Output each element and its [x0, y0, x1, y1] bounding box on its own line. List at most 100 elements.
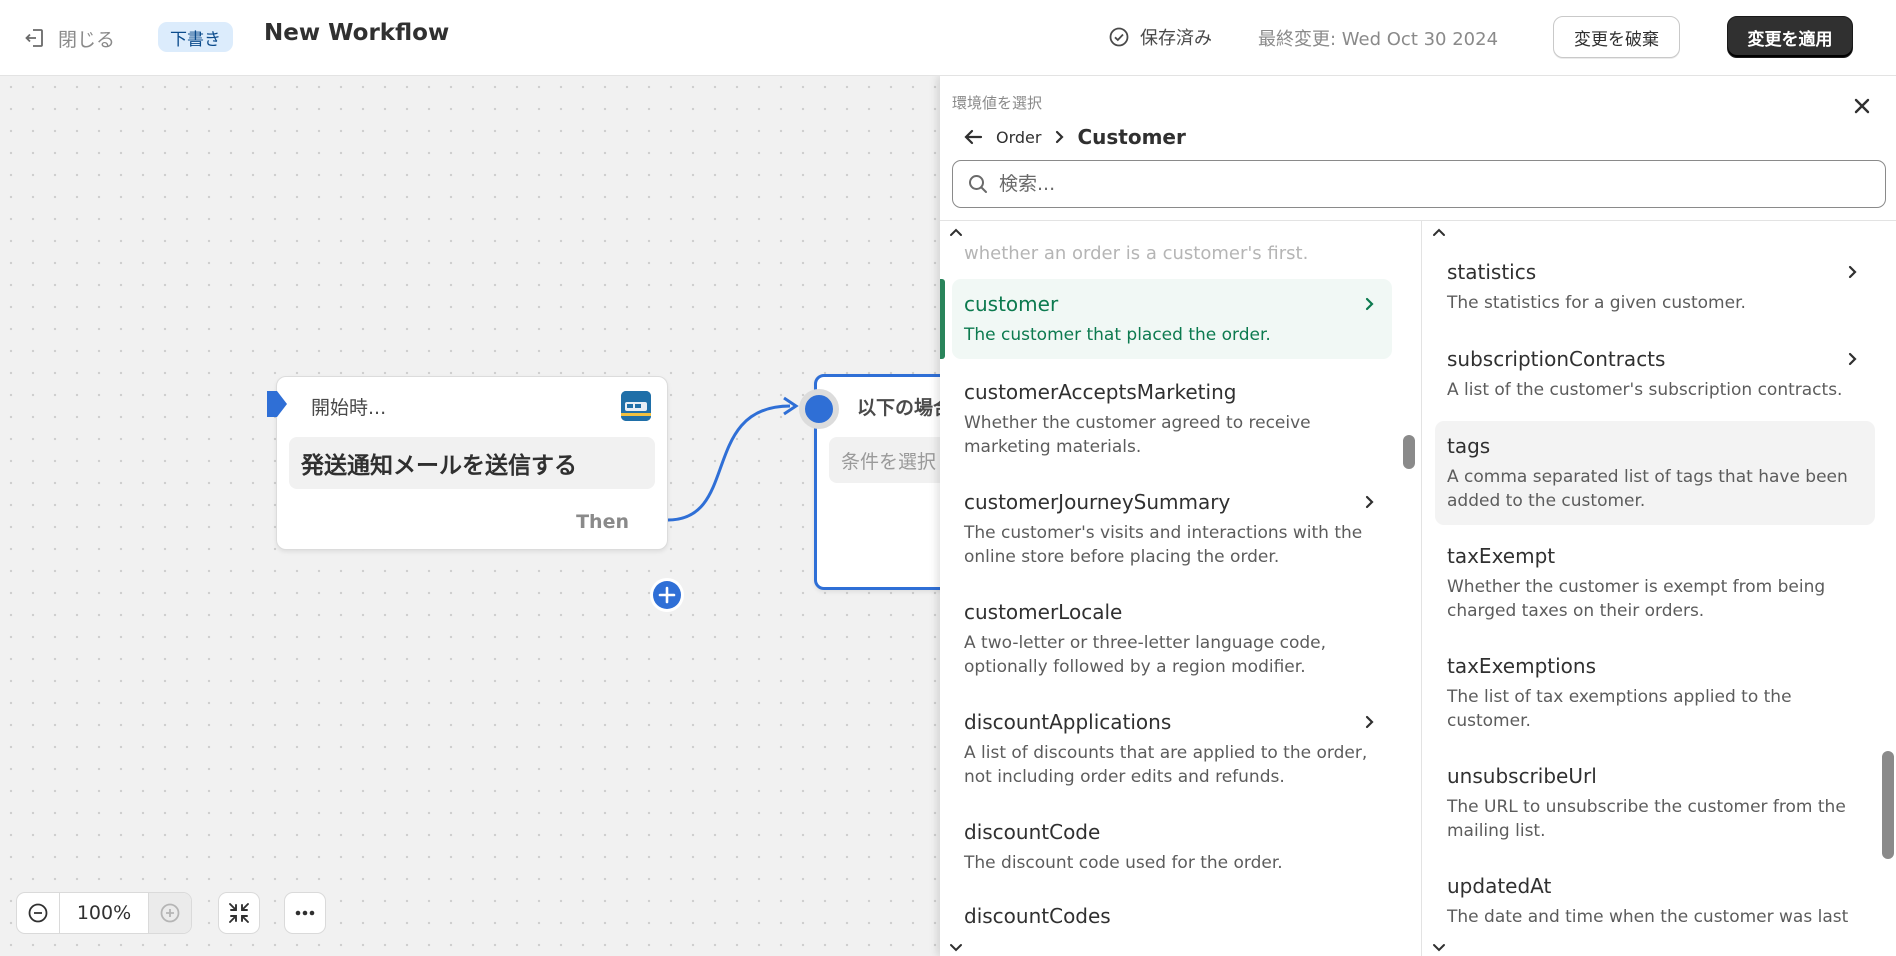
search-icon: [969, 175, 987, 193]
chevron-right-icon: [1056, 130, 1065, 144]
field-columns: whether an order is a customer's first. …: [940, 220, 1896, 956]
field-description: A comma separated list of tags that have…: [1447, 467, 1848, 511]
field-name: discountCode: [964, 820, 1101, 844]
discard-changes-button[interactable]: 変更を破棄: [1553, 16, 1680, 58]
search-input[interactable]: [999, 173, 1859, 195]
field-item-discount-codes[interactable]: discountCodes: [952, 891, 1392, 941]
more-options-button[interactable]: [284, 892, 326, 934]
field-item-customer[interactable]: customer The customer that placed the or…: [952, 279, 1392, 359]
field-item-customer-accepts-marketing[interactable]: customerAcceptsMarketing Whether the cus…: [952, 367, 1392, 471]
field-name: customerLocale: [964, 600, 1123, 624]
breadcrumb-current: Customer: [1077, 125, 1186, 149]
right-scrollbar[interactable]: [1882, 751, 1894, 859]
saved-label: 保存済み: [1140, 28, 1212, 49]
add-step-button[interactable]: [650, 578, 684, 612]
zoom-in-button[interactable]: [149, 893, 191, 933]
field-item-discount-code[interactable]: discountCode The discount code used for …: [952, 807, 1392, 887]
field-name: discountApplications: [964, 710, 1172, 734]
field-item-customer-journey-summary[interactable]: customerJourneySummary The customer's vi…: [952, 477, 1392, 581]
condition-node-connector: [799, 389, 839, 429]
field-description: The discount code used for the order.: [964, 853, 1283, 873]
field-name: taxExempt: [1447, 544, 1556, 568]
search-box: [952, 160, 1886, 208]
scroll-down-button[interactable]: [1429, 937, 1449, 956]
zoom-control: 100%: [16, 892, 192, 934]
chevron-right-icon: [1365, 297, 1374, 311]
field-item-updated-at[interactable]: updatedAt The date and time when the cus…: [1435, 861, 1875, 941]
field-description: The customer's visits and interactions w…: [964, 523, 1363, 567]
field-description: Whether the customer agreed to receive m…: [964, 413, 1311, 457]
right-column[interactable]: statistics The statistics for a given cu…: [1423, 221, 1896, 956]
chevron-up-icon: [950, 228, 962, 236]
faded-description: whether an order is a customer's first.: [964, 243, 1309, 264]
field-description: A two-letter or three-letter language co…: [964, 633, 1327, 677]
scroll-up-button[interactable]: [1429, 223, 1449, 243]
left-scrollbar[interactable]: [1403, 435, 1415, 469]
app-icon: [621, 391, 651, 421]
trigger-node-body: 発送通知メールを送信する: [289, 437, 655, 489]
field-description: A list of the customer's subscription co…: [1447, 380, 1843, 400]
apply-changes-button[interactable]: 変更を適用: [1727, 16, 1853, 58]
field-description: The date and time when the customer was …: [1447, 907, 1849, 927]
scroll-up-button[interactable]: [946, 223, 966, 243]
field-item-customer-locale[interactable]: customerLocale A two-letter or three-let…: [952, 587, 1392, 691]
then-label: Then: [576, 511, 629, 533]
condition-node[interactable]: 以下の場合 条件を選択: [799, 374, 940, 590]
field-name: customerJourneySummary: [964, 490, 1231, 514]
breadcrumb: Order Customer: [960, 122, 1186, 152]
field-item-unsubscribe-url[interactable]: unsubscribeUrl The URL to unsubscribe th…: [1435, 751, 1875, 855]
back-button[interactable]: [960, 124, 986, 150]
panel-label: 環境値を選択: [952, 94, 1043, 112]
chevron-down-icon: [1433, 944, 1445, 952]
chevron-up-icon: [1433, 228, 1445, 236]
field-item-tax-exempt[interactable]: taxExempt Whether the customer is exempt…: [1435, 531, 1875, 635]
field-description: The customer that placed the order.: [964, 325, 1271, 345]
field-description: A list of discounts that are applied to …: [964, 743, 1368, 787]
active-indicator: [940, 279, 945, 359]
page-title: New Workflow: [264, 20, 450, 46]
breadcrumb-order[interactable]: Order: [996, 128, 1041, 147]
last-modified-text: 最終変更: Wed Oct 30 2024: [1258, 29, 1499, 50]
saved-status: 保存済み: [1108, 22, 1212, 52]
field-item-discount-applications[interactable]: discountApplications A list of discounts…: [952, 697, 1392, 801]
fit-view-button[interactable]: [218, 892, 260, 934]
condition-node-header: 以下の場合: [857, 397, 940, 419]
field-item-statistics[interactable]: statistics The statistics for a given cu…: [1435, 247, 1875, 327]
left-column[interactable]: whether an order is a customer's first. …: [940, 221, 1422, 956]
field-name: discountCodes: [964, 904, 1111, 928]
arrow-left-icon: [964, 129, 983, 145]
field-name: unsubscribeUrl: [1447, 764, 1597, 788]
condition-select[interactable]: 条件を選択: [829, 437, 940, 483]
field-item-tax-exemptions[interactable]: taxExemptions The list of tax exemptions…: [1435, 641, 1875, 745]
plus-circle-icon: [160, 903, 180, 923]
close-label: 閉じる: [58, 28, 116, 51]
field-item-subscription-contracts[interactable]: subscriptionContracts A list of the cust…: [1435, 334, 1875, 414]
trigger-node[interactable]: 開始時... 発送通知メールを送信する Then: [267, 376, 668, 550]
field-description: The URL to unsubscribe the customer from…: [1447, 797, 1846, 841]
chevron-down-icon: [950, 944, 962, 952]
close-button[interactable]: 閉じる: [24, 22, 115, 54]
chevron-right-icon: [1848, 352, 1857, 366]
close-icon: [1854, 98, 1870, 114]
more-horizontal-icon: [295, 910, 315, 916]
check-circle-icon: [1109, 27, 1129, 47]
field-name: customerAcceptsMarketing: [964, 380, 1237, 404]
plus-icon: [653, 581, 681, 609]
field-name: subscriptionContracts: [1447, 347, 1666, 371]
minus-circle-icon: [28, 903, 48, 923]
status-badge: 下書き: [158, 22, 233, 52]
field-item-tags[interactable]: tags A comma separated list of tags that…: [1435, 421, 1875, 525]
field-description: The statistics for a given customer.: [1447, 293, 1746, 313]
trigger-arrow-icon: [267, 391, 287, 417]
exit-icon: [25, 29, 43, 47]
collapse-arrows-icon: [229, 903, 249, 923]
scroll-down-button[interactable]: [946, 937, 966, 956]
zoom-out-button[interactable]: [17, 893, 59, 933]
chevron-right-icon: [1365, 715, 1374, 729]
workflow-canvas[interactable]: 開始時... 発送通知メールを送信する Then 以下の場合 条件を選択 100…: [0, 76, 940, 956]
top-bar: 閉じる 下書き New Workflow 保存済み 最終変更: Wed Oct …: [0, 0, 1896, 76]
chevron-right-icon: [1848, 265, 1857, 279]
zoom-level: 100%: [59, 893, 149, 933]
environment-value-panel: 環境値を選択 Order Customer whether an order i…: [940, 76, 1896, 956]
panel-close-button[interactable]: [1848, 92, 1876, 120]
